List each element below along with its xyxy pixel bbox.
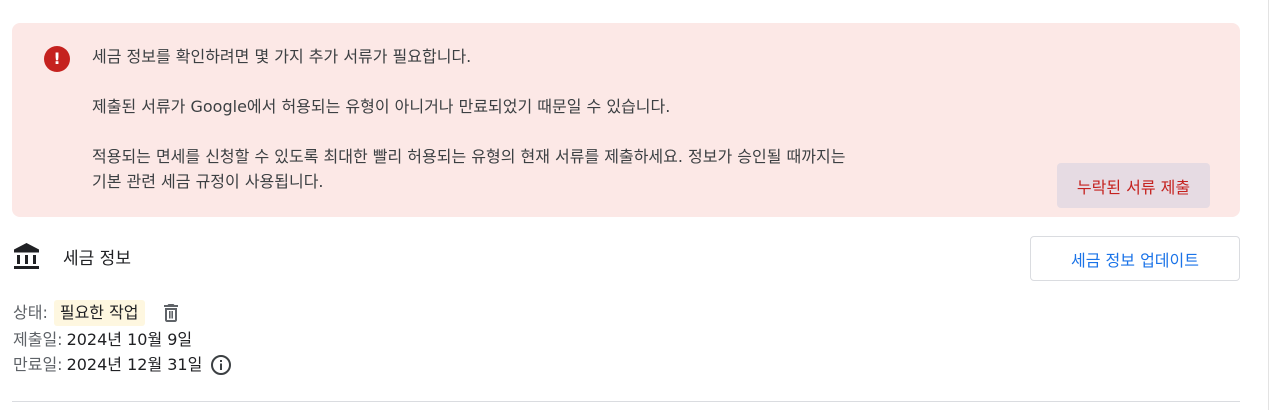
status-badge: 필요한 작업 xyxy=(53,300,145,326)
section-title: 세금 정보 xyxy=(63,248,131,269)
expiration-date-row: 만료일: 2024년 12월 31일 xyxy=(13,353,232,377)
submitted-date-label: 제출일: xyxy=(13,330,63,349)
expiration-date-value: 2024년 12월 31일 xyxy=(66,355,203,374)
alert-heading: 세금 정보를 확인하려면 몇 가지 추가 서류가 필요합니다. xyxy=(92,47,472,66)
error-icon: ! xyxy=(44,46,70,72)
alert-instruction-text: 적용되는 면세를 신청할 수 있도록 최대한 빨리 허용되는 유형의 현재 서류… xyxy=(92,147,846,166)
status-label: 상태: xyxy=(13,303,48,322)
submit-missing-documents-button[interactable]: 누락된 서류 제출 xyxy=(1057,163,1210,208)
alert-instruction-text-continued: 기본 관련 세금 규정이 사용됩니다. xyxy=(92,172,324,191)
info-icon[interactable] xyxy=(210,354,232,376)
update-tax-info-button[interactable]: 세금 정보 업데이트 xyxy=(1030,236,1240,281)
submitted-date-value: 2024년 10월 9일 xyxy=(66,330,193,349)
bank-icon xyxy=(14,243,39,269)
page-scroll-edge xyxy=(1268,0,1269,410)
tax-info-page: ! 세금 정보를 확인하려면 몇 가지 추가 서류가 필요합니다. 제출된 서류… xyxy=(0,0,1278,410)
section-divider xyxy=(12,401,1240,402)
expiration-date-label: 만료일: xyxy=(13,355,63,374)
status-row: 상태: 필요한 작업 xyxy=(13,300,183,326)
trash-icon[interactable] xyxy=(159,301,183,325)
alert-reason-text: 제출된 서류가 Google에서 허용되는 유형이 아니거나 만료되었기 때문일… xyxy=(92,97,671,116)
tax-info-header: 세금 정보 xyxy=(13,241,131,271)
missing-documents-alert: ! 세금 정보를 확인하려면 몇 가지 추가 서류가 필요합니다. 제출된 서류… xyxy=(12,23,1240,217)
submitted-date-row: 제출일: 2024년 10월 9일 xyxy=(13,328,192,352)
